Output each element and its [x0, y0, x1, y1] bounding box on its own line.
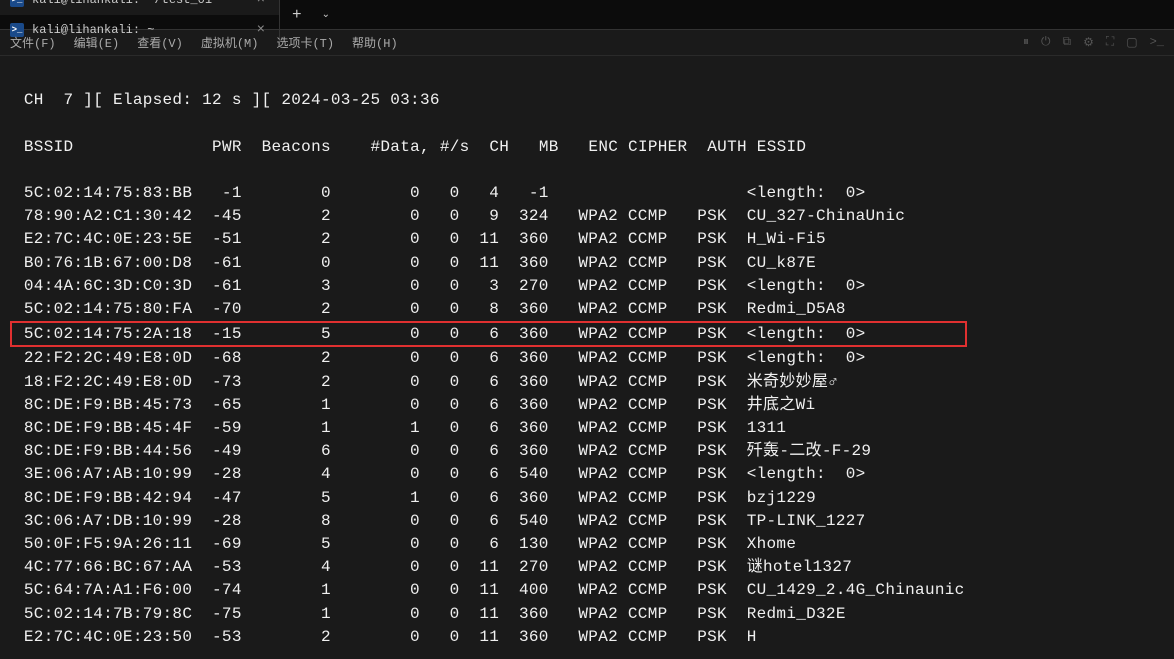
- network-row: 8C:DE:F9:BB:44:56 -49 6 0 0 6 360 WPA2 C…: [14, 440, 1160, 463]
- network-row: 8C:DE:F9:BB:42:94 -47 5 1 0 6 360 WPA2 C…: [14, 487, 1160, 510]
- network-row: 5C:64:7A:A1:F6:00 -74 1 0 0 11 400 WPA2 …: [14, 579, 1160, 602]
- network-row: 8C:DE:F9:BB:45:73 -65 1 0 0 6 360 WPA2 C…: [14, 394, 1160, 417]
- titlebar: >_ kali@lihankali: ~/test_01 ×>_ kali@lihan…: [0, 0, 1174, 30]
- network-row: B0:76:1B:67:00:D8 -61 0 0 0 11 360 WPA2 …: [14, 252, 1160, 275]
- network-row: 5C:02:14:75:2A:18 -15 5 0 0 6 360 WPA2 C…: [14, 321, 1160, 347]
- menu-tabs[interactable]: 选项卡(T): [276, 34, 334, 51]
- highlighted-row: 5C:02:14:75:2A:18 -15 5 0 0 6 360 WPA2 C…: [10, 321, 967, 347]
- network-row: 78:90:A2:C1:30:42 -45 2 0 0 9 324 WPA2 C…: [14, 205, 1160, 228]
- network-row: 22:F2:2C:49:E8:0D -68 2 0 0 6 360 WPA2 C…: [14, 347, 1160, 370]
- unity-icon[interactable]: ▢: [1126, 35, 1137, 50]
- network-row: 50:0F:F5:9A:26:11 -69 5 0 0 6 130 WPA2 C…: [14, 533, 1160, 556]
- menu-view[interactable]: 查看(V): [137, 34, 183, 51]
- tab-dropdown-button[interactable]: ⌄: [314, 9, 338, 21]
- network-row: 3C:06:A7:DB:10:99 -28 8 0 0 6 540 WPA2 C…: [14, 510, 1160, 533]
- network-row: E2:7C:4C:0E:23:50 -53 2 0 0 11 360 WPA2 …: [14, 626, 1160, 649]
- menu-edit[interactable]: 编辑(E): [74, 34, 120, 51]
- menu-file[interactable]: 文件(F): [10, 34, 56, 51]
- fullscreen-icon[interactable]: ⛶: [1106, 35, 1114, 50]
- network-row: 4C:77:66:BC:67:AA -53 4 0 0 11 270 WPA2 …: [14, 556, 1160, 579]
- tab-0[interactable]: >_ kali@lihankali: ~/test_01 ×: [0, 0, 280, 15]
- new-tab-button[interactable]: +: [280, 6, 314, 24]
- terminal-icon: >_: [10, 0, 24, 7]
- network-rows: 5C:02:14:75:83:BB -1 0 0 0 4 -1 <length:…: [14, 182, 1160, 649]
- settings-icon[interactable]: ⚙: [1083, 35, 1094, 50]
- network-row: 3E:06:A7:AB:10:99 -28 4 0 0 6 540 WPA2 C…: [14, 463, 1160, 486]
- network-row: 5C:02:14:75:83:BB -1 0 0 0 4 -1 <length:…: [14, 182, 1160, 205]
- menubar: 文件(F) 编辑(E) 查看(V) 虚拟机(M) 选项卡(T) 帮助(H) ⏸ …: [0, 30, 1174, 56]
- terminal-output[interactable]: CH 7 ][ Elapsed: 12 s ][ 2024-03-25 03:3…: [0, 56, 1174, 659]
- menu-vm[interactable]: 虚拟机(M): [201, 34, 259, 51]
- header-row: BSSID PWR Beacons #Data, #/s CH MB ENC C…: [14, 138, 806, 156]
- pause-icon[interactable]: ⏸: [1023, 35, 1029, 50]
- menubar-icons: ⏸ ⏻ ⧉ ⚙ ⛶ ▢ >_: [1023, 35, 1164, 50]
- close-icon[interactable]: ×: [253, 0, 269, 8]
- snapshot-icon[interactable]: ⧉: [1063, 35, 1072, 50]
- network-row: 5C:02:14:7B:79:8C -75 1 0 0 11 360 WPA2 …: [14, 603, 1160, 626]
- menu-help[interactable]: 帮助(H): [352, 34, 398, 51]
- network-row: 18:F2:2C:49:E8:0D -73 2 0 0 6 360 WPA2 C…: [14, 371, 1160, 394]
- network-row: 5C:02:14:75:80:FA -70 2 0 0 8 360 WPA2 C…: [14, 298, 1160, 321]
- network-row: 8C:DE:F9:BB:45:4F -59 1 1 0 6 360 WPA2 C…: [14, 417, 1160, 440]
- network-row: 04:4A:6C:3D:C0:3D -61 3 0 0 3 270 WPA2 C…: [14, 275, 1160, 298]
- network-row: E2:7C:4C:0E:23:5E -51 2 0 0 11 360 WPA2 …: [14, 228, 1160, 251]
- tab-title: kali@lihankali: ~/test_01: [32, 0, 245, 7]
- status-line: CH 7 ][ Elapsed: 12 s ][ 2024-03-25 03:3…: [14, 91, 440, 109]
- console-icon[interactable]: >_: [1150, 35, 1164, 50]
- power-icon[interactable]: ⏻: [1041, 35, 1051, 50]
